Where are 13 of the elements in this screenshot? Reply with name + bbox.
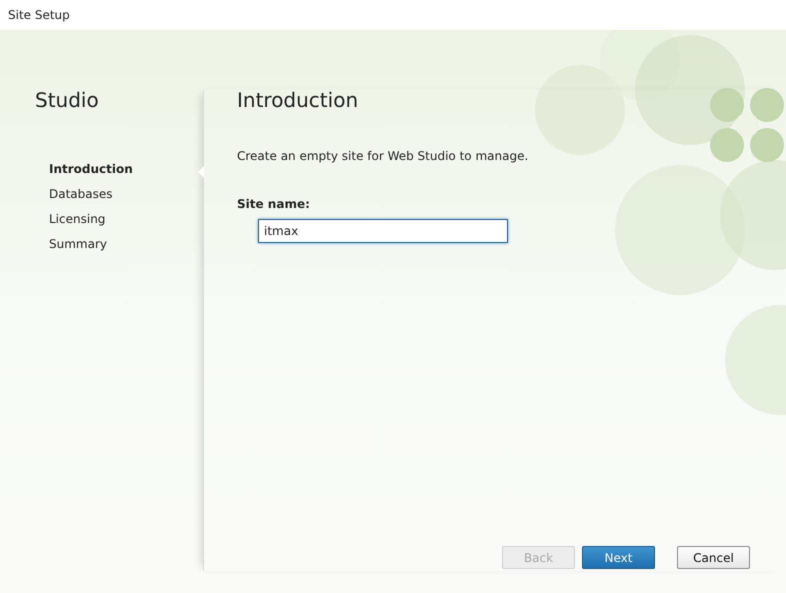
button[interactable]: Cancel [677,546,750,569]
site-name-field[interactable]: itmax [258,219,508,243]
description: Create an empty site for Web Studio to manage. [237,148,528,165]
pointer-icon [198,166,204,178]
nav-item[interactable]: Summary [49,235,107,253]
page-heading: Introduction [237,88,358,112]
field-label: Site name: [237,196,310,213]
window-title: Site Setup [8,7,70,24]
nav-item[interactable]: Introduction [49,160,133,178]
nav-item[interactable]: Databases [49,185,113,203]
nav-item[interactable]: Licensing [49,210,106,228]
sidebar-title: Studio [35,88,99,112]
primary-button[interactable]: Next [582,546,655,569]
